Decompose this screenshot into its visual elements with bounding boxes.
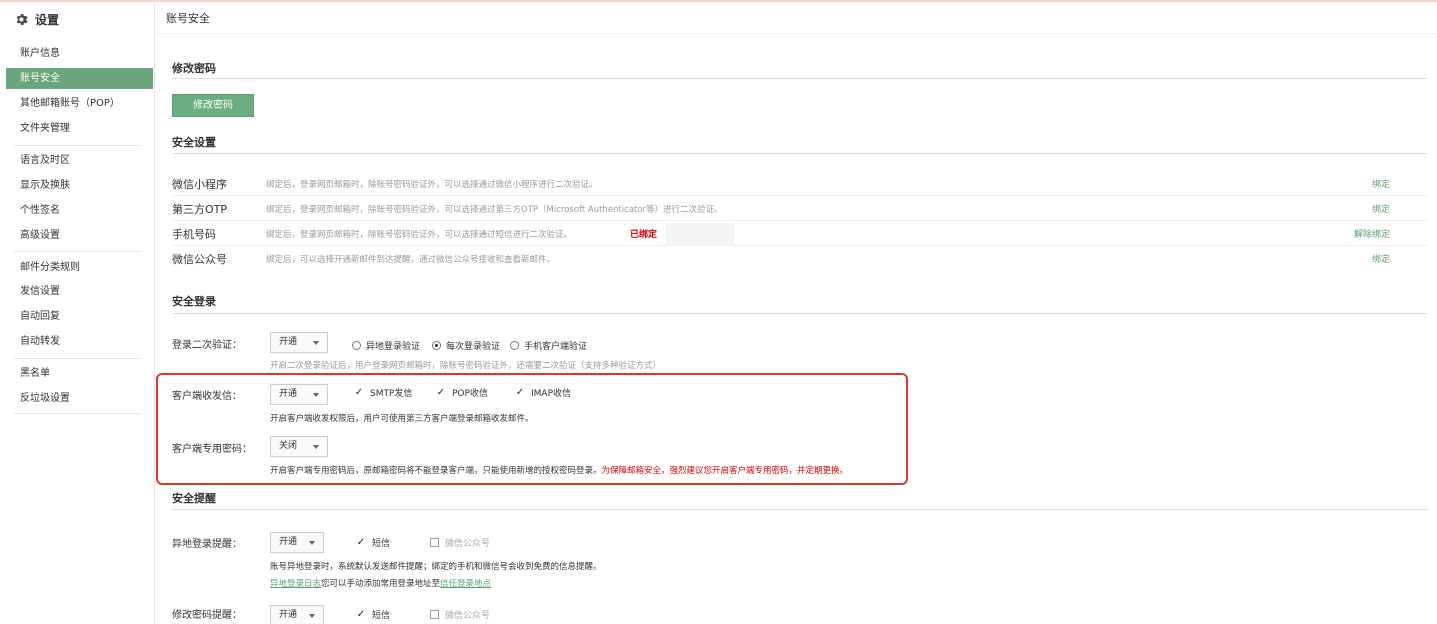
two-step-hint: 开启二次登录验证后，用户登录网页邮箱时，除账号密码验证外，还需要二次验证（支持多… [270, 361, 662, 371]
password-change-select[interactable]: 开通 [270, 605, 324, 624]
sidebar-item-advanced[interactable]: 高级设置 [6, 225, 153, 246]
option-label: 异地登录验证 [366, 342, 421, 352]
phone-bound-status: 已绑定 [630, 230, 658, 240]
section-heading-secure-login: 安全登录 [172, 295, 216, 308]
trusted-location-link[interactable]: 信任登录地点 [440, 579, 491, 589]
password-change-label: 修改密码提醒： [172, 610, 242, 621]
remote-login-log-line: 异地登录日志您可以手动添加常用登录地址至信任登录地点 [270, 577, 491, 589]
sidebar-divider [14, 251, 140, 252]
sidebar-item-anti-spam[interactable]: 反垃圾设置 [6, 388, 153, 409]
settings-sidebar: 设置 账户信息 账号安全 其他邮箱账号（POP） 文件夹管理 语言及时区 显示及… [0, 2, 155, 624]
section-divider [172, 509, 1428, 510]
radio-unchecked-icon [510, 341, 519, 350]
sidebar-divider [14, 358, 140, 359]
password-change-sms-checkbox[interactable]: ✓ 短信 [356, 608, 390, 621]
sidebar-item-send-settings[interactable]: 发信设置 [6, 281, 153, 302]
section-heading-security-settings: 安全设置 [172, 136, 216, 149]
two-step-select[interactable]: 开通 [270, 332, 328, 353]
section-divider [172, 153, 1428, 154]
remote-login-log-text: 您可以手动添加常用登录地址至 [321, 579, 441, 589]
remote-login-select-value: 开通 [279, 537, 298, 547]
sidebar-title: 设置 [14, 10, 59, 28]
section-divider [172, 78, 1428, 79]
sidebar-title-text: 设置 [35, 12, 60, 27]
sidebar-item-auto-forward[interactable]: 自动转发 [6, 331, 153, 352]
two-step-label: 登录二次验证： [172, 340, 242, 351]
gear-icon [16, 13, 28, 25]
option-label: 短信 [372, 539, 391, 549]
wechat-miniprogram-desc: 绑定后，登录网页邮箱时，除账号密码验证外，可以选择通过微信小程序进行二次验证。 [266, 180, 598, 190]
highlight-box [156, 373, 908, 485]
radio-checked-icon [432, 341, 441, 350]
bind-wechat-official-link[interactable]: 绑定 [1372, 252, 1390, 265]
remote-login-sms-checkbox[interactable]: ✓ 短信 [356, 536, 390, 549]
two-step-option-mobile[interactable]: 手机客户端验证 [510, 339, 587, 352]
row-divider [172, 195, 1428, 196]
option-label: 微信公众号 [445, 611, 491, 621]
section-divider [172, 313, 1428, 314]
bind-wechat-miniprogram-link[interactable]: 绑定 [1372, 177, 1390, 190]
chevron-down-icon [309, 614, 315, 618]
sidebar-divider [14, 413, 140, 414]
two-step-option-remote[interactable]: 异地登录验证 [352, 339, 420, 352]
sidebar-item-pop-accounts[interactable]: 其他邮箱账号（POP） [6, 93, 153, 114]
main-content: 账号安全 修改密码 修改密码 安全设置 微信小程序 绑定后，登录网页邮箱时，除账… [156, 2, 1437, 624]
otp-label: 第三方OTP [172, 203, 228, 216]
checkbox-empty-icon [430, 538, 439, 547]
sidebar-item-auto-reply[interactable]: 自动回复 [6, 306, 153, 327]
option-label: 短信 [372, 611, 391, 621]
bind-otp-link[interactable]: 绑定 [1372, 202, 1390, 215]
two-step-option-every[interactable]: 每次登录验证 [432, 339, 500, 352]
sidebar-divider [14, 145, 140, 146]
phone-desc: 绑定后，登录网页邮箱时，除账号密码验证外，可以选择通过短信进行二次验证。 [266, 230, 573, 240]
page-title: 账号安全 [166, 12, 210, 25]
wechat-official-label: 微信公众号 [172, 253, 227, 266]
title-divider [156, 33, 1437, 34]
sidebar-item-account-info[interactable]: 账户信息 [6, 43, 153, 64]
chevron-down-icon [313, 341, 319, 345]
sidebar-item-language[interactable]: 语言及时区 [6, 150, 153, 171]
sidebar-item-display[interactable]: 显示及换肤 [6, 175, 153, 196]
remote-login-hint: 账号异地登录时，系统默认发送邮件提醒；绑定的手机和微信号会收到免费的信息提醒。 [270, 562, 602, 572]
unbind-phone-link[interactable]: 解除绑定 [1354, 227, 1390, 240]
remote-login-log-link[interactable]: 异地登录日志 [270, 579, 321, 589]
row-divider [172, 245, 1428, 246]
checkmark-icon: ✓ [356, 609, 366, 620]
sidebar-item-blacklist[interactable]: 黑名单 [6, 363, 153, 384]
section-heading-password: 修改密码 [172, 62, 216, 75]
wechat-miniprogram-label: 微信小程序 [172, 178, 227, 191]
checkbox-empty-icon [430, 610, 439, 619]
radio-unchecked-icon [352, 341, 361, 350]
option-label: 微信公众号 [445, 539, 491, 549]
sidebar-item-filter-rules[interactable]: 邮件分类规则 [6, 257, 153, 278]
password-change-wechat-checkbox[interactable]: 微信公众号 [430, 608, 490, 621]
masked-phone-number [666, 223, 734, 245]
password-change-select-value: 开通 [279, 610, 298, 620]
option-label: 每次登录验证 [446, 342, 501, 352]
sidebar-item-signature[interactable]: 个性签名 [6, 200, 153, 221]
phone-label: 手机号码 [172, 228, 216, 241]
checkmark-icon: ✓ [356, 537, 366, 548]
sidebar-item-account-security[interactable]: 账号安全 [6, 68, 153, 89]
wechat-official-desc: 绑定后，可以选择开通新邮件到达提醒，通过微信公众号接收和查看新邮件。 [266, 255, 556, 265]
section-heading-alerts: 安全提醒 [172, 492, 216, 505]
change-password-button[interactable]: 修改密码 [172, 94, 254, 117]
row-divider [172, 220, 1428, 221]
remote-login-wechat-checkbox[interactable]: 微信公众号 [430, 536, 490, 549]
remote-login-label: 异地登录提醒： [172, 539, 242, 550]
chevron-down-icon [309, 541, 315, 545]
remote-login-select[interactable]: 开通 [270, 532, 324, 553]
otp-desc: 绑定后，登录网页邮箱时，除账号密码验证外，可以选择通过第三方OTP（Micros… [266, 205, 723, 215]
two-step-select-value: 开通 [279, 337, 298, 347]
sidebar-item-folders[interactable]: 文件夹管理 [6, 118, 153, 139]
option-label: 手机客户端验证 [524, 342, 588, 352]
